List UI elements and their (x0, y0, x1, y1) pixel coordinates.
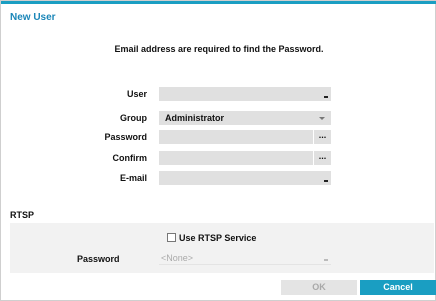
keyboard-icon[interactable] (324, 96, 328, 98)
rtsp-panel (10, 223, 434, 273)
confirm-field[interactable] (159, 151, 313, 165)
rtsp-password-label: Password (77, 254, 120, 264)
new-user-dialog: New User Email address are required to f… (0, 0, 436, 301)
email-label: E-mail (119, 173, 147, 183)
group-select-value: Administrator (165, 113, 225, 123)
use-rtsp-service-label: Use RTSP Service (179, 233, 257, 243)
use-rtsp-service-checkbox[interactable]: Use RTSP Service (167, 233, 256, 243)
checkbox-icon[interactable] (167, 233, 176, 242)
chevron-down-icon (319, 117, 325, 120)
confirm-more-button[interactable]: ... (313, 151, 331, 165)
email-field[interactable] (159, 171, 331, 185)
password-more-button[interactable]: ... (313, 130, 331, 144)
group-select[interactable]: Administrator (159, 111, 331, 125)
email-notice: Email address are required to find the P… (114, 44, 324, 54)
dialog-title: New User (10, 12, 56, 23)
keyboard-icon[interactable] (324, 259, 328, 261)
rtsp-section-title: RTSP (10, 210, 35, 220)
cancel-button[interactable]: Cancel (360, 280, 436, 295)
password-field[interactable] (159, 130, 313, 144)
confirm-label: Confirm (112, 153, 148, 163)
user-field[interactable] (159, 87, 331, 101)
ok-button[interactable]: OK (281, 280, 357, 295)
dialog-accent-bar (1, 1, 436, 4)
group-label: Group (120, 113, 147, 123)
keyboard-icon[interactable] (324, 180, 328, 182)
user-label: User (126, 89, 147, 99)
password-label: Password (104, 132, 147, 142)
rtsp-password-field[interactable]: <None> (159, 251, 331, 265)
rtsp-password-value: <None> (161, 253, 194, 263)
